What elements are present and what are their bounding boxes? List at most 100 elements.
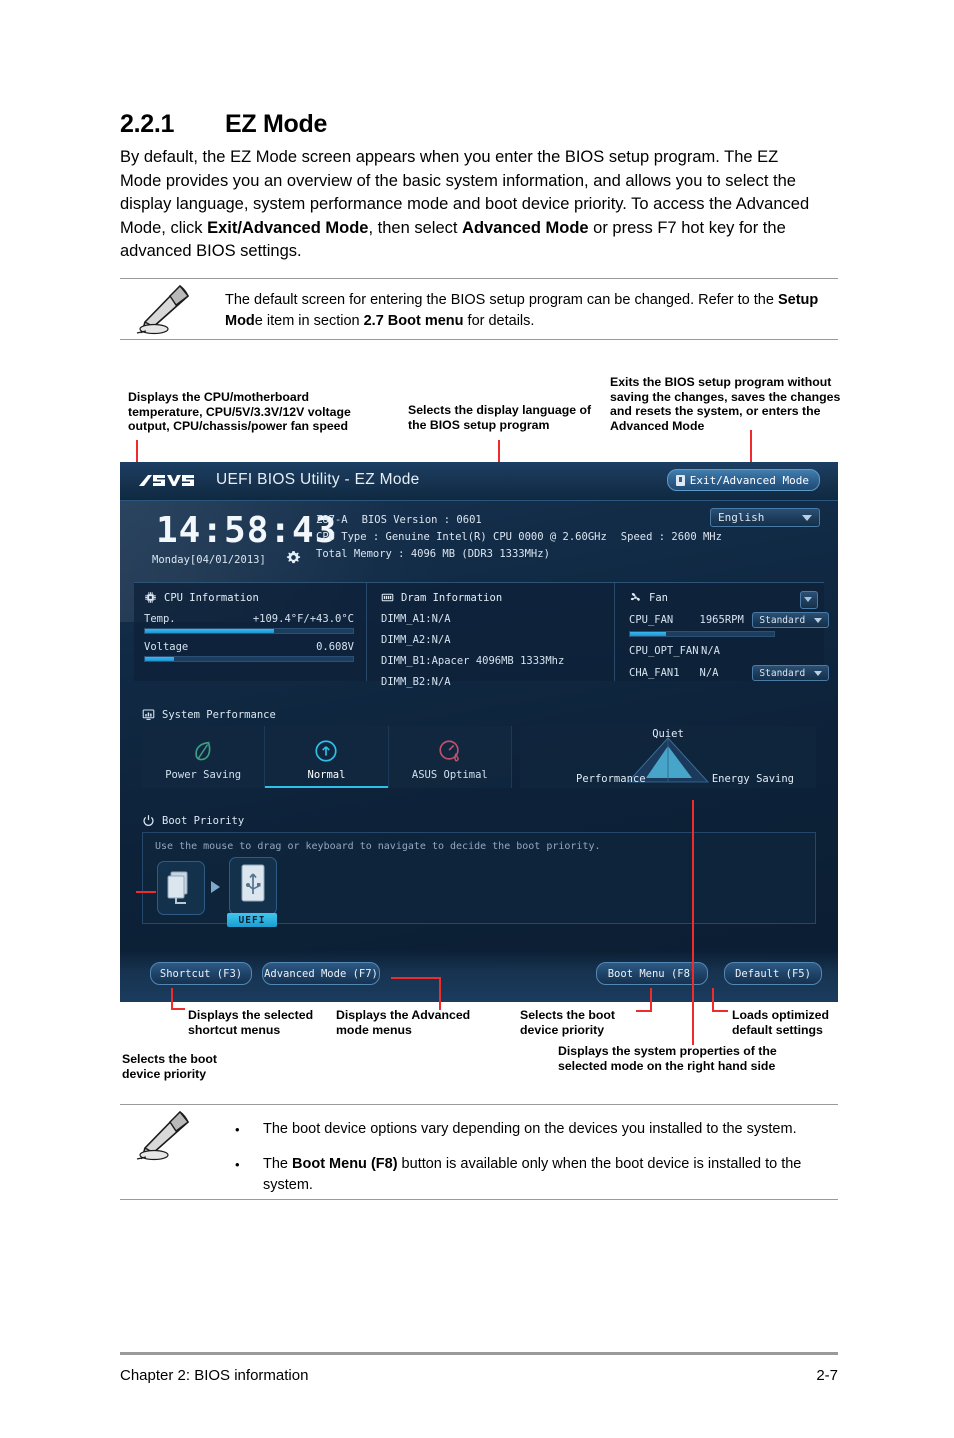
asus-logo-icon	[139, 475, 194, 486]
note-list-item: • The boot device options vary depending…	[225, 1119, 825, 1140]
exit-advanced-mode-button[interactable]: Exit/Advanced Mode	[666, 469, 820, 491]
note-item-text-pre: The	[263, 1156, 293, 1172]
cpu-speed: Speed : 2600 MHz	[620, 531, 722, 543]
leader-line-shortcut-h	[171, 1008, 185, 1011]
language-value: English	[718, 511, 765, 524]
dram-slot-b1: DIMM_B1:Apacer 4096MB 1333Mhz	[381, 655, 565, 667]
language-select[interactable]: English	[710, 508, 820, 527]
note-box-top: The default screen for entering the BIOS…	[120, 278, 838, 340]
fan-name-cpu: CPU_FAN	[629, 614, 674, 626]
sysinfo-line-2: CPU Type : Genuine Intel(R) CPU 0000 @ 2…	[316, 529, 722, 546]
leader-line-bootpriority-h	[136, 891, 156, 894]
fan-value-cpu: 1965RPM	[699, 614, 744, 626]
performance-tile-asus-optimal[interactable]: ASUS Optimal	[388, 726, 512, 788]
leader-line-sysprops	[692, 800, 695, 1045]
fan-row-cha1: CHA_FAN1 N/A Standard	[629, 665, 829, 681]
boot-priority-box[interactable]: Use the mouse to drag or keyboard to nav…	[142, 832, 816, 927]
cpu-voltage-row: Voltage 0.608V	[144, 641, 354, 653]
dram-slot-a1: DIMM_A1:N/A	[381, 613, 451, 625]
shortcut-button[interactable]: Shortcut (F3)	[150, 962, 252, 985]
manual-page: 2.2.1 EZ Mode By default, the EZ Mode scr…	[0, 0, 954, 1438]
fan-information-label: Fan	[649, 591, 668, 604]
performance-tile-normal[interactable]: Normal	[265, 726, 389, 788]
bios-bottom-bar: Shortcut (F3) Advanced Mode (F7) Boot Me…	[120, 950, 838, 1002]
boot-order-arrow-icon	[211, 881, 220, 893]
radar-label-energy-saving: Energy Saving	[711, 773, 794, 785]
leader-line-default-v	[712, 988, 715, 1012]
cpu-voltage-label: Voltage	[144, 641, 189, 653]
bios-screenshot: UEFI BIOS Utility - EZ Mode Exit/Advance…	[120, 462, 838, 1002]
gauge-up-icon	[315, 740, 338, 762]
system-performance-label: System Performance	[162, 708, 276, 721]
note-item-text: The boot device options vary depending o…	[263, 1121, 797, 1137]
usb-drive-icon	[241, 864, 265, 902]
performance-radar-chart: Quiet Performance Energy Saving	[520, 726, 816, 788]
fan-speed-bar-cpu	[629, 631, 775, 637]
boot-device-hard-disk[interactable]	[157, 861, 205, 915]
boot-priority-hint: Use the mouse to drag or keyboard to nav…	[155, 841, 601, 852]
hard-disk-icon	[167, 871, 188, 904]
callout-shortcut: Displays the selected shortcut menus	[188, 1008, 314, 1037]
fan-information-title: Fan	[629, 583, 829, 604]
default-button[interactable]: Default (F5)	[724, 962, 822, 985]
section-title: EZ Mode	[225, 110, 328, 138]
dram-information-label: Dram Information	[401, 591, 503, 604]
fan-profile-select-cha1[interactable]: Standard	[752, 665, 829, 681]
fan-profile-value-cha1: Standard	[759, 667, 806, 679]
bios-top-bar: UEFI BIOS Utility - EZ Mode Exit/Advance…	[120, 462, 838, 501]
bios-system-info: Z87-A BIOS Version : 0601 CPU Type : Genu…	[316, 512, 722, 563]
bios-clock[interactable]: 14:58:43	[156, 510, 337, 551]
note-box-bottom: • The boot device options vary depending…	[120, 1104, 838, 1200]
dram-slot-a2: DIMM_A2:N/A	[381, 634, 451, 646]
callout-sysprops: Displays the system properties of the se…	[558, 1044, 777, 1073]
footer-page-number: 2-7	[816, 1367, 838, 1384]
cpu-temp-bar	[144, 628, 354, 634]
gear-icon[interactable]	[286, 550, 301, 565]
section-number: 2.2.1	[120, 110, 175, 138]
cpu-chip-icon	[145, 592, 156, 603]
fan-information-column: Fan CPU_FAN 1965RPM Standard CPU_OPT_FAN…	[614, 583, 829, 681]
note-bold-boot-menu: 2.7 Boot menu	[363, 313, 464, 329]
performance-tile-power-saving[interactable]: Power Saving	[142, 726, 266, 788]
callout-advanced: Displays the Advanced mode menus	[336, 1008, 471, 1037]
pen-note-icon	[136, 284, 189, 335]
cpu-temp-row: Temp. +109.4°F/+43.0°C	[144, 613, 354, 625]
performance-mode-tiles: Power Saving Normal ASUS Optimal	[142, 726, 512, 788]
exit-door-icon	[675, 474, 685, 486]
callout-sensors: Displays the CPU/motherboard temperature…	[128, 390, 351, 434]
advanced-mode-button[interactable]: Advanced Mode (F7)	[262, 962, 380, 985]
boot-priority-label: Boot Priority	[162, 814, 245, 827]
cpu-temp-value: +109.4°F/+43.0°C	[252, 613, 354, 625]
note-list-item: • The Boot Menu (F8) button is available…	[225, 1154, 825, 1196]
leader-line-advanced-v	[439, 977, 442, 1010]
performance-tile-label: ASUS Optimal	[411, 769, 488, 781]
chevron-down-icon	[814, 618, 822, 623]
monitor-chart-icon	[142, 709, 155, 720]
exit-advanced-mode-label: Exit/Advanced Mode	[689, 473, 809, 487]
leader-line-default-h	[712, 1010, 728, 1013]
total-memory: Total Memory : 4096 MB (DDR3 1333MHz)	[316, 548, 550, 560]
bios-date[interactable]: Monday[04/01/2013]	[152, 554, 266, 566]
fan-name-cha1: CHA_FAN1	[629, 667, 680, 679]
callout-exit: Exits the BIOS setup program without sav…	[610, 375, 841, 433]
fan-value-cha1: N/A	[699, 667, 719, 679]
leader-line-shortcut-v	[171, 988, 174, 1010]
hardware-monitor-panel: CPU Information Temp. +109.4°F/+43.0°C V…	[134, 582, 829, 688]
fan-name-cpu-opt: CPU_OPT_FAN	[629, 645, 699, 657]
dram-information-title: Dram Information	[381, 583, 611, 604]
radar-label-quiet: Quiet	[652, 728, 684, 740]
sysinfo-line-1: Z87-A BIOS Version : 0601	[316, 512, 722, 529]
cpu-information-column: CPU Information Temp. +109.4°F/+43.0°C V…	[144, 583, 354, 681]
pen-note-icon	[136, 1110, 189, 1161]
note-item-bold: Boot Menu (F8)	[292, 1156, 398, 1172]
cpu-temp-label: Temp.	[144, 613, 176, 625]
panel-collapse-button[interactable]	[800, 591, 818, 609]
callout-boot-menu: Selects the boot device priority	[520, 1008, 615, 1037]
cpu-type: CPU Type : Genuine Intel(R) CPU 0000 @ 2…	[316, 531, 607, 543]
dram-information-column: Dram Information DIMM_A1:N/A DIMM_A2:N/A…	[366, 583, 611, 688]
bios-window-title: UEFI BIOS Utility - EZ Mode	[216, 471, 420, 488]
intro-paragraph: By default, the EZ Mode screen appears w…	[120, 148, 810, 260]
fan-profile-select-cpu[interactable]: Standard	[752, 612, 829, 628]
dram-slot-b2: DIMM_B2:N/A	[381, 676, 451, 688]
boot-device-usb[interactable]	[229, 857, 277, 915]
